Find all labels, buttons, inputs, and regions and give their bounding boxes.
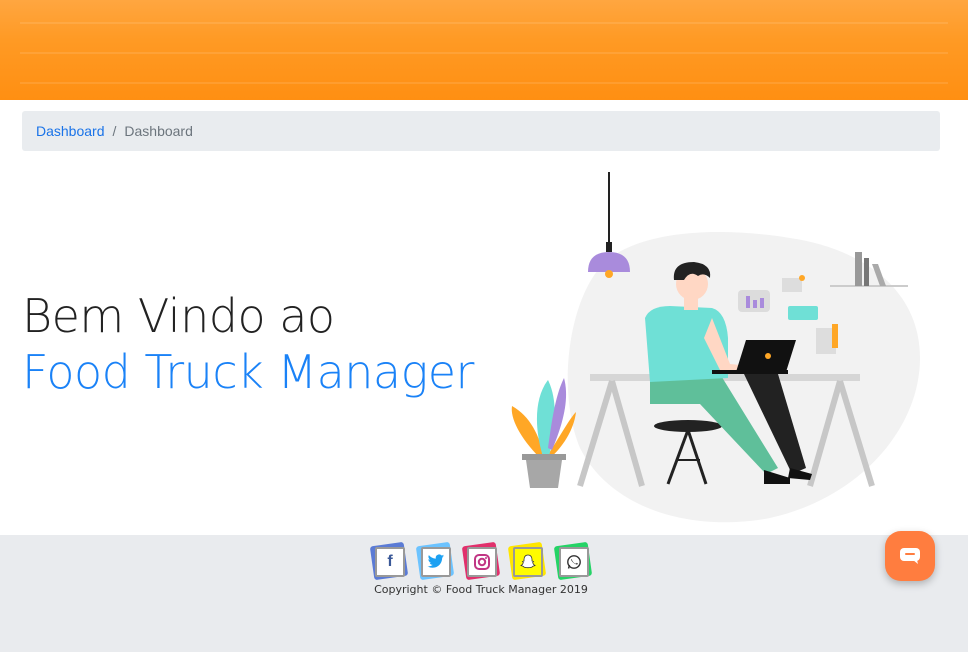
social-links: f: [369, 541, 593, 581]
chat-widget-button[interactable]: [885, 531, 935, 581]
top-navbar: [0, 0, 968, 100]
app-name: Food Truck Manager: [22, 345, 474, 399]
copyright-text: Copyright © Food Truck Manager 2019: [374, 583, 588, 596]
breadcrumb-separator: /: [112, 123, 117, 139]
snapchat-icon: [513, 547, 543, 577]
workspace-illustration: [511, 172, 920, 523]
twitter-link[interactable]: [415, 541, 455, 581]
twitter-icon: [421, 547, 451, 577]
breadcrumb-link-dashboard[interactable]: Dashboard: [36, 123, 105, 139]
navbar-inner: [20, 22, 948, 100]
facebook-icon: f: [375, 547, 405, 577]
welcome-line: Bem Vindo ao: [22, 289, 335, 343]
chat-icon: [900, 548, 920, 564]
whatsapp-link[interactable]: [553, 541, 593, 581]
welcome-heading: Bem Vindo ao Food Truck Manager: [22, 288, 474, 400]
whatsapp-icon: [559, 547, 589, 577]
snapchat-link[interactable]: [507, 541, 547, 581]
facebook-link[interactable]: f: [369, 541, 409, 581]
breadcrumb: Dashboard / Dashboard: [22, 111, 940, 151]
instagram-icon: [467, 547, 497, 577]
instagram-link[interactable]: [461, 541, 501, 581]
breadcrumb-current: Dashboard: [124, 123, 193, 139]
